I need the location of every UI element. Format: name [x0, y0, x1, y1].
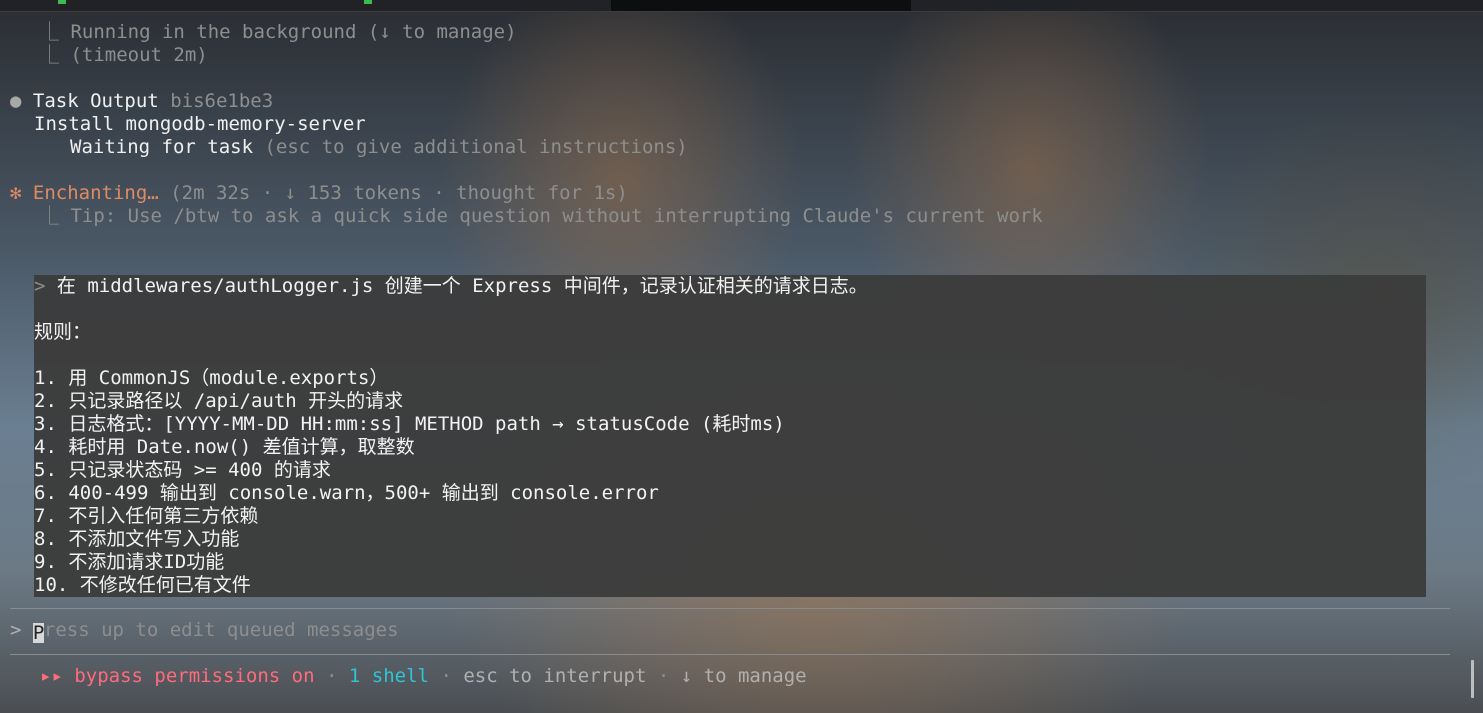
bypass-permissions-label[interactable]: bypass permissions on	[74, 665, 314, 687]
manage-hint: ↓ to manage	[680, 665, 807, 687]
queued-prompt-mark: >	[34, 275, 46, 297]
terminal-tab-active[interactable]	[611, 0, 911, 11]
tab-status-marker	[58, 0, 66, 4]
queued-line-rules: 规则：	[34, 321, 92, 343]
task-waiting-label: Waiting for task	[70, 136, 254, 158]
interrupt-hint: esc to interrupt	[463, 665, 647, 687]
terminal-scrollbar[interactable]	[1471, 660, 1474, 698]
thinking-meta: (2m 32s · ↓ 153 tokens · thought for 1s)	[170, 182, 628, 204]
tab-status-marker	[364, 0, 372, 4]
terminal-tab-bar	[0, 0, 1483, 12]
thinking-label: Enchanting…	[32, 182, 159, 204]
queued-rule: 3. 日志格式：[YYYY-MM-DD HH:mm:ss] METHOD pat…	[34, 413, 785, 435]
queued-rule: 7. 不引入任何第三方依赖	[34, 505, 259, 527]
footer-separator: ·	[326, 665, 338, 687]
bullet-dot-icon: ●	[10, 90, 22, 112]
footer-separator: ·	[440, 665, 452, 687]
task-waiting-line: Waiting for task (esc to give additional…	[70, 136, 688, 159]
queued-rule: 5. 只记录状态码 >= 400 的请求	[34, 459, 331, 481]
input-prompt-mark: >	[10, 619, 22, 641]
tip-text: Tip: Use /btw to ask a quick side questi…	[70, 205, 1043, 227]
prompt-input[interactable]: > Press up to edit queued messages	[10, 619, 399, 643]
queued-rule: 2. 只记录路径以 /api/auth 开头的请求	[34, 390, 404, 412]
queued-rule: 10. 不修改任何已有文件	[34, 574, 251, 596]
input-divider-top	[10, 608, 1450, 609]
bypass-arrows-icon: ▸▸	[40, 665, 63, 687]
shell-count[interactable]: 1 shell	[349, 665, 429, 687]
thinking-status: ✻ Enchanting… (2m 32s · ↓ 153 tokens · t…	[10, 182, 628, 205]
input-placeholder: ress up to edit queued messages	[43, 619, 399, 641]
text-cursor: P	[32, 622, 45, 644]
footer-separator: ·	[657, 665, 670, 687]
task-output-id: bis6e1be3	[170, 90, 274, 112]
queued-rule: 1. 用 CommonJS（module.exports）	[34, 367, 389, 389]
task-description: Install mongodb-memory-server	[34, 113, 366, 135]
task-waiting-hint: (esc to give additional instructions)	[264, 136, 688, 158]
queued-rule: 4. 耗时用 Date.now() 差值计算，取整数	[34, 436, 415, 458]
background-task-status: ⎿ Running in the background (↓ to manage…	[40, 21, 517, 43]
queued-line-1: > 在 middlewares/authLogger.js 创建一个 Expre…	[34, 275, 868, 297]
tip-branch-icon: ⎿	[40, 205, 71, 227]
background-task-timeout: ⎿ (timeout 2m)	[40, 44, 208, 66]
tip-line: ⎿ Tip: Use /btw to ask a quick side ques…	[40, 205, 1043, 228]
task-output-label: Task Output	[32, 90, 159, 112]
queued-message[interactable]: > 在 middlewares/authLogger.js 创建一个 Expre…	[34, 275, 1426, 597]
spinner-asterisk-icon: ✻	[10, 182, 22, 204]
footer-status-bar: ▸▸ bypass permissions on · 1 shell · esc…	[40, 665, 807, 688]
queued-rule: 9. 不添加请求ID功能	[34, 551, 225, 573]
queued-rule: 6. 400-499 输出到 console.warn，500+ 输出到 con…	[34, 482, 659, 504]
input-divider-bottom	[10, 654, 1450, 655]
task-output-header: ● Task Output bis6e1be3	[10, 90, 273, 113]
queued-rule: 8. 不添加文件写入功能	[34, 528, 240, 550]
